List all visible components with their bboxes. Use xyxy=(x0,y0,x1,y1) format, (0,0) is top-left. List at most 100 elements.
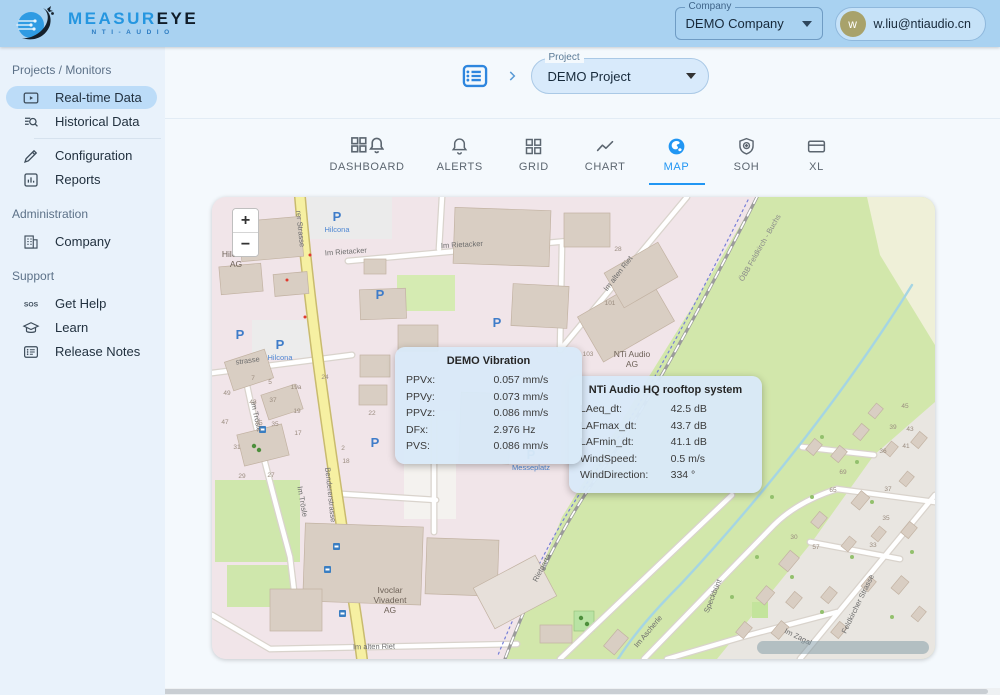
tooltip-metric-label: PPVy: xyxy=(406,389,493,406)
place-label-ivoclar: Ivoclar xyxy=(377,585,402,595)
sidebar-item-label: Learn xyxy=(55,320,88,335)
company-select[interactable]: Company DEMO Company xyxy=(675,7,823,40)
tooltip-title: DEMO Vibration xyxy=(406,355,571,367)
tab-dashboard[interactable]: DASHBOARD xyxy=(321,127,414,185)
house-number: 17 xyxy=(294,430,302,437)
house-number: 69 xyxy=(839,469,847,476)
street-label-im-alten-riet: Im alten Riet xyxy=(353,642,396,652)
house-number: 45 xyxy=(255,420,263,427)
sidebar-item-company[interactable]: Company xyxy=(6,230,157,253)
sidebar-item-get-help[interactable]: SOS Get Help xyxy=(6,292,157,315)
house-number: 35 xyxy=(882,515,890,522)
house-number: 103 xyxy=(583,351,594,358)
tooltip-metric-value: 0.5 m/s xyxy=(671,451,751,468)
sidebar-divider xyxy=(34,138,161,139)
brand-subtitle: NTI-AUDIO xyxy=(68,29,198,36)
user-account-chip[interactable]: w w.liu@ntiaudio.cn xyxy=(835,7,986,41)
project-list-button[interactable] xyxy=(457,61,493,91)
sidebar-item-learn[interactable]: Learn xyxy=(6,316,157,339)
sidebar-item-label: Get Help xyxy=(55,296,106,311)
sidebar-item-label: Reports xyxy=(55,172,101,187)
map-zoom-control: + − xyxy=(232,208,259,257)
zoom-in-button[interactable]: + xyxy=(233,209,258,232)
house-number: 37 xyxy=(269,397,277,404)
tooltip-row: PVS:0.086 mm/s xyxy=(406,438,571,455)
tooltip-row: WindDirection:334 ° xyxy=(580,467,751,484)
house-number: 45 xyxy=(901,403,909,410)
tooltip-metric-label: LAeq_dt: xyxy=(580,401,671,418)
tooltip-metric-value: 0.073 mm/s xyxy=(493,389,571,406)
brand-name-secondary: EYE xyxy=(157,9,199,28)
alerts-icon xyxy=(449,135,470,157)
company-icon xyxy=(22,233,40,251)
sos-icon: SOS xyxy=(22,295,40,313)
zoom-out-button[interactable]: − xyxy=(233,233,258,256)
tab-chart[interactable]: CHART xyxy=(576,127,635,185)
project-select[interactable]: Project DEMO Project xyxy=(531,58,709,94)
tooltip-metric-value: 41.1 dB xyxy=(671,434,751,451)
company-select-value: DEMO Company xyxy=(686,16,788,31)
house-number: 35 xyxy=(271,421,279,428)
app-header: MEASUREYE NTI-AUDIO Company DEMO Company… xyxy=(0,0,1000,47)
tab-xl[interactable]: XL xyxy=(789,127,845,185)
sidebar-item-release-notes[interactable]: Release Notes xyxy=(6,340,157,363)
tooltip-metric-value: 42.5 dB xyxy=(671,401,751,418)
house-number: 41 xyxy=(902,443,910,450)
sidebar-item-reports[interactable]: Reports xyxy=(6,168,157,191)
sidebar-item-configuration[interactable]: Configuration xyxy=(6,144,157,167)
sidebar-item-label: Real-time Data xyxy=(55,90,142,105)
config-icon xyxy=(22,147,40,165)
tab-label: GRID xyxy=(519,161,549,173)
sidebar-item-label: Historical Data xyxy=(55,114,140,129)
chart-icon xyxy=(595,135,616,157)
tooltip-row: DFx:2.976 Hz xyxy=(406,422,571,439)
historical-icon xyxy=(22,113,40,131)
tab-alerts[interactable]: ALERTS xyxy=(428,127,492,185)
brand-logo[interactable]: MEASUREYE NTI-AUDIO xyxy=(14,4,198,44)
house-number: 49 xyxy=(223,390,231,397)
learn-icon xyxy=(22,319,40,337)
tooltip-metric-label: LAFmax_dt: xyxy=(580,418,671,435)
map-attribution-bar xyxy=(757,641,929,654)
tooltip-metric-label: DFx: xyxy=(406,422,493,439)
sidebar-item-real-time-data[interactable]: Real-time Data xyxy=(6,86,157,109)
house-number: 27 xyxy=(267,472,275,479)
dashboard-icon xyxy=(350,135,384,157)
user-email: w.liu@ntiaudio.cn xyxy=(874,17,971,31)
tooltip-metric-label: LAFmin_dt: xyxy=(580,434,671,451)
place-label-ag: AG xyxy=(626,359,638,369)
parking-label-hilcona: Hilcona xyxy=(324,225,350,234)
tab-map[interactable]: MAP xyxy=(649,127,705,185)
house-number: 31 xyxy=(233,444,241,451)
house-number: 39 xyxy=(889,424,897,431)
house-number: 47 xyxy=(221,419,229,426)
tooltip-row: LAeq_dt:42.5 dB xyxy=(580,401,751,418)
horizontal-scrollbar-thumb[interactable] xyxy=(160,689,988,694)
tab-label: ALERTS xyxy=(437,161,483,173)
parking-icon: P xyxy=(333,209,342,224)
sidebar-section-projects-monitors: Projects / Monitors xyxy=(12,63,165,77)
tooltip-metric-value: 0.057 mm/s xyxy=(493,372,571,389)
tab-soh[interactable]: SOH xyxy=(719,127,775,185)
notes-icon xyxy=(22,343,40,361)
grid-icon xyxy=(523,135,544,157)
sidebar-item-historical-data[interactable]: Historical Data xyxy=(6,110,157,133)
tooltip-row: LAFmin_dt:41.1 dB xyxy=(580,434,751,451)
place-label-ag: AG xyxy=(230,259,242,269)
horizontal-scrollbar[interactable] xyxy=(152,688,1000,695)
soh-icon xyxy=(736,135,757,157)
sidebar-section-support: Support xyxy=(12,269,165,283)
tab-label: XL xyxy=(809,161,824,173)
tooltip-title: NTi Audio HQ rooftop system xyxy=(580,384,751,396)
house-number: 101 xyxy=(605,300,616,307)
tooltip-metric-label: WindDirection: xyxy=(580,467,671,484)
house-number: 43 xyxy=(906,426,914,433)
sidebar-section-administration: Administration xyxy=(12,207,165,221)
map-tooltip-demo-vibration: DEMO VibrationPPVx:0.057 mm/sPPVy:0.073 … xyxy=(395,347,582,464)
view-tabs: DASHBOARD ALERTS GRID CHARTMAPSOH XL xyxy=(165,127,1000,185)
tooltip-metric-value: 0.086 mm/s xyxy=(493,438,571,455)
house-number: 65 xyxy=(829,487,837,494)
project-select-value: DEMO Project xyxy=(548,69,672,84)
tab-grid[interactable]: GRID xyxy=(506,127,562,185)
sidebar-item-label: Configuration xyxy=(55,148,132,163)
